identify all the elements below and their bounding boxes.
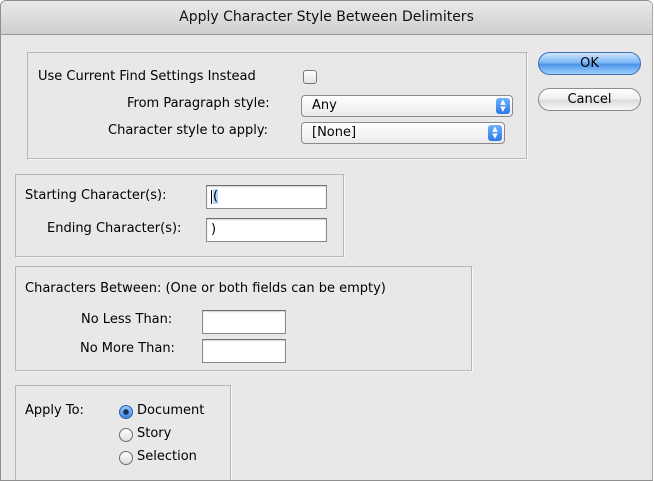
apply-to-selection-label[interactable]: Selection <box>137 449 197 464</box>
select-arrows-icon: ▲ ▼ <box>496 98 510 114</box>
starting-characters-field[interactable]: ( <box>206 185 327 209</box>
text-caret <box>211 189 212 204</box>
select-arrows-icon: ▲ ▼ <box>488 125 502 141</box>
apply-to-document-radio[interactable] <box>119 405 133 419</box>
starting-characters-label: Starting Character(s): <box>25 188 167 203</box>
use-current-find-checkbox[interactable] <box>303 70 317 84</box>
from-paragraph-style-select[interactable]: Any ▲ ▼ <box>301 95 513 117</box>
window-title: Apply Character Style Between Delimiters <box>1 1 652 35</box>
dialog-content: Use Current Find Settings Instead From P… <box>1 35 652 480</box>
apply-to-selection-radio[interactable] <box>119 451 133 465</box>
apply-to-story-radio[interactable] <box>119 428 133 442</box>
character-style-select[interactable]: [None] ▲ ▼ <box>301 122 505 144</box>
delimiters-group: Starting Character(s): ( Ending Characte… <box>15 174 345 258</box>
apply-to-label: Apply To: <box>25 403 84 418</box>
character-style-value: [None] <box>312 125 357 140</box>
from-paragraph-style-label: From Paragraph style: <box>127 96 270 111</box>
use-current-find-label: Use Current Find Settings Instead <box>38 69 256 84</box>
no-more-than-label: No More Than: <box>80 341 175 356</box>
characters-between-group: Characters Between: (One or both fields … <box>15 266 473 372</box>
no-less-than-label: No Less Than: <box>81 312 173 327</box>
find-settings-group: Use Current Find Settings Instead From P… <box>27 52 528 160</box>
dialog-window: Apply Character Style Between Delimiters… <box>0 0 653 481</box>
no-more-than-field[interactable] <box>202 339 286 363</box>
cancel-button[interactable]: Cancel <box>538 88 641 111</box>
starting-characters-value: ( <box>213 189 219 204</box>
characters-between-heading: Characters Between: (One or both fields … <box>25 281 386 296</box>
ok-button[interactable]: OK <box>538 52 641 75</box>
apply-to-document-label[interactable]: Document <box>137 403 204 418</box>
no-less-than-field[interactable] <box>202 310 286 334</box>
character-style-label: Character style to apply: <box>108 123 269 138</box>
apply-to-story-label[interactable]: Story <box>137 426 171 441</box>
ending-characters-value: ) <box>211 222 217 237</box>
ending-characters-label: Ending Character(s): <box>47 221 182 236</box>
from-paragraph-style-value: Any <box>312 98 337 113</box>
ending-characters-field[interactable]: ) <box>206 218 327 242</box>
apply-to-group: Apply To: Document Story Selection <box>15 385 232 480</box>
